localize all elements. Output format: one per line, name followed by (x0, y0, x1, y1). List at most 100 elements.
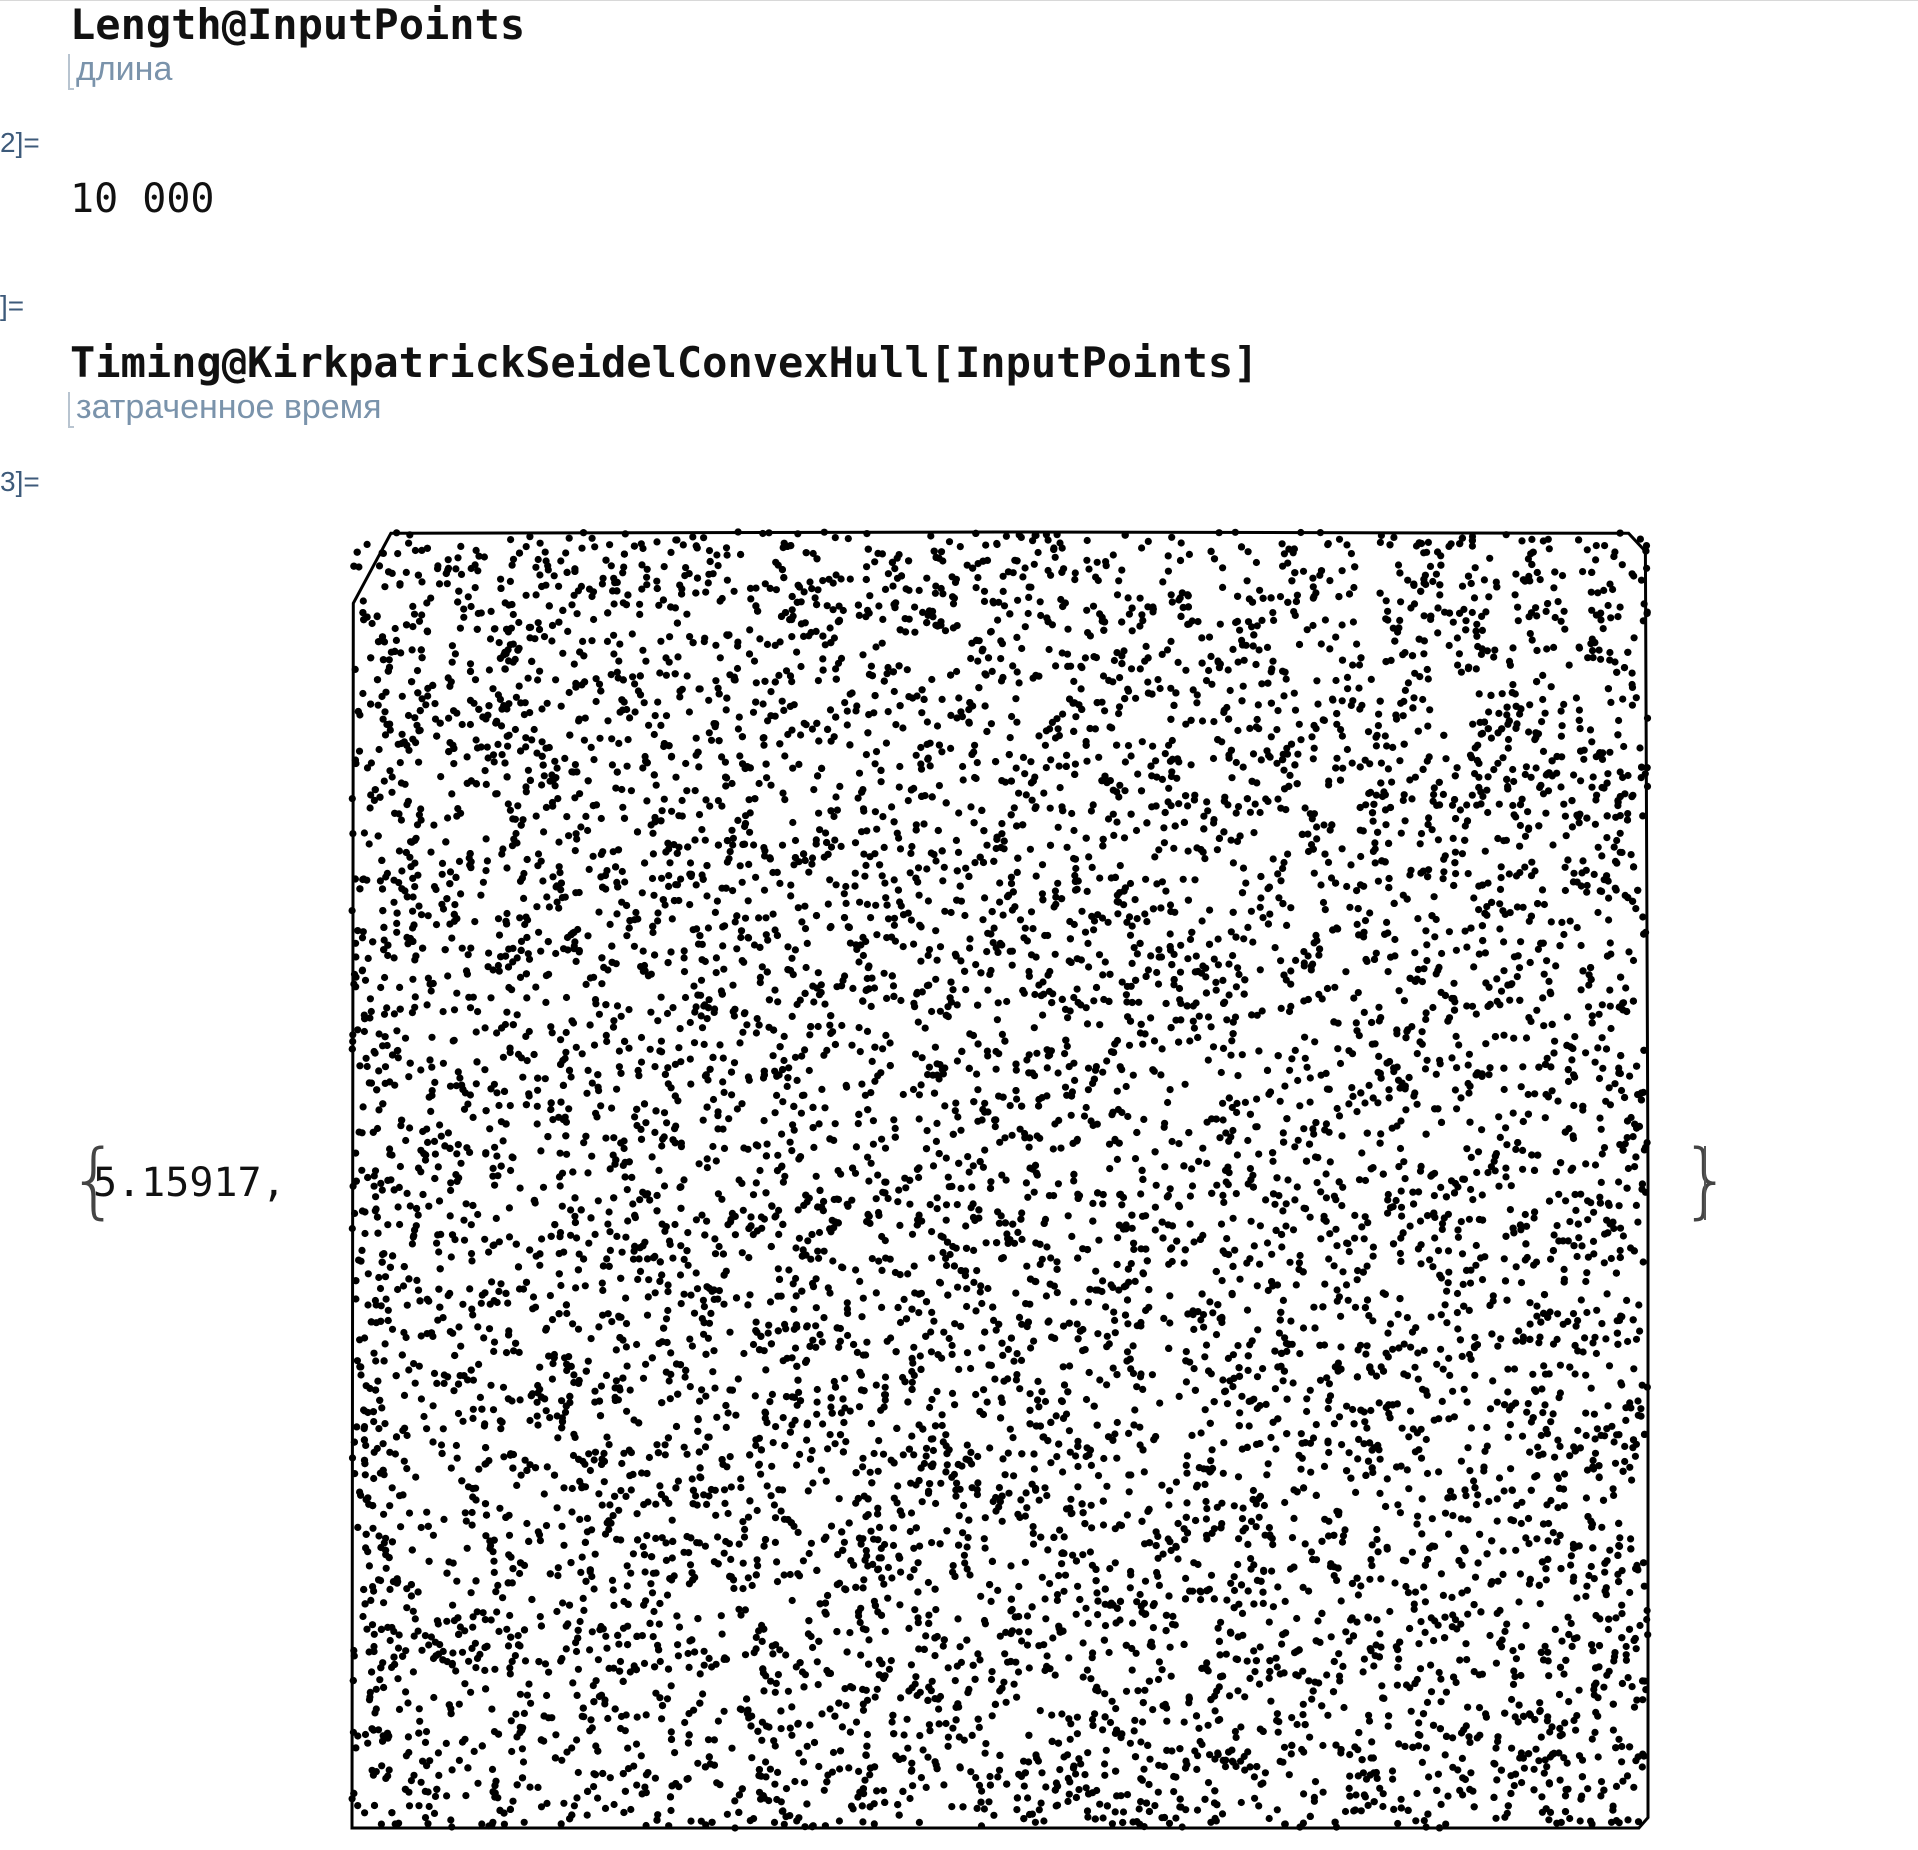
scatter-point (1168, 1137, 1176, 1146)
scatter-point (1551, 1453, 1559, 1461)
scatter-point (1443, 1287, 1451, 1295)
scatter-point (700, 1303, 708, 1311)
scatter-point (910, 1262, 918, 1270)
scatter-point (595, 1323, 603, 1331)
scatter-point (1616, 1224, 1625, 1232)
scatter-point (718, 594, 726, 603)
scatter-point (1093, 558, 1101, 566)
scatter-point (396, 983, 404, 991)
scatter-point (758, 1736, 766, 1744)
scatter-point (542, 1407, 550, 1415)
scatter-point (364, 1739, 372, 1747)
scatter-point (1023, 1504, 1031, 1512)
scatter-point (381, 583, 389, 591)
scatter-point (545, 1668, 553, 1676)
scatter-point (374, 1377, 382, 1385)
scatter-point (602, 1134, 610, 1142)
scatter-point (437, 1441, 446, 1449)
scatter-point (1201, 1353, 1209, 1361)
scatter-point (1256, 808, 1264, 817)
scatter-point (700, 1040, 708, 1048)
scatter-point (461, 1680, 469, 1688)
input-expression-length[interactable]: Length@InputPoints (70, 0, 525, 49)
scatter-point (1111, 1316, 1119, 1324)
scatter-point (433, 1239, 441, 1247)
scatter-point (858, 1080, 866, 1088)
scatter-point (1099, 1726, 1107, 1734)
scatter-point (1437, 1345, 1445, 1353)
scatter-point (542, 998, 550, 1006)
scatter-point (1190, 1365, 1198, 1373)
scatter-point (1338, 1202, 1346, 1210)
scatter-point (961, 911, 969, 920)
scatter-point (1006, 734, 1014, 742)
scatter-point (938, 695, 946, 703)
input-expression-timing[interactable]: Timing@KirkpatrickSeidelConvexHull[Input… (70, 338, 1258, 387)
scatter-point (570, 660, 578, 668)
scatter-point (1313, 823, 1321, 831)
scatter-point (1382, 597, 1390, 605)
scatter-point (1038, 1388, 1046, 1396)
scatter-point (1137, 1775, 1145, 1783)
convex-hull-plot[interactable] (340, 520, 1660, 1840)
scatter-point (664, 1288, 672, 1296)
scatter-point (1558, 722, 1566, 730)
scatter-point (654, 917, 662, 925)
scatter-point (1070, 826, 1078, 835)
scatter-point (762, 931, 770, 939)
scatter-point (438, 859, 447, 867)
scatter-point (721, 1499, 729, 1507)
scatter-point (1291, 706, 1300, 714)
scatter-point (1628, 1476, 1636, 1484)
scatter-point (1610, 1491, 1618, 1499)
scatter-point (1083, 606, 1091, 614)
scatter-point (1512, 1263, 1520, 1271)
scatter-point (1101, 707, 1109, 715)
scatter-point (774, 1671, 782, 1679)
scatter-point (588, 534, 596, 542)
scatter-point (1490, 766, 1498, 774)
scatter-point (1119, 1808, 1128, 1816)
scatter-point (1383, 1475, 1391, 1483)
scatter-point (812, 1304, 820, 1312)
scatter-point (1083, 536, 1091, 545)
scatter-point (1311, 1778, 1320, 1786)
scatter-point (1390, 533, 1398, 541)
scatter-point (439, 1059, 447, 1067)
scatter-point (1065, 1790, 1073, 1798)
scatter-point (900, 1295, 908, 1303)
scatter-point (1427, 1313, 1435, 1321)
scatter-point (1247, 1555, 1255, 1563)
scatter-point (1130, 1239, 1138, 1247)
scatter-point (1537, 1733, 1545, 1741)
scatter-point (615, 739, 623, 747)
scatter-point (1142, 642, 1150, 650)
scatter-point (487, 994, 495, 1002)
scatter-point (1099, 971, 1107, 979)
scatter-point (1359, 827, 1367, 835)
scatter-point (1540, 1769, 1548, 1777)
scatter-point (981, 1099, 989, 1107)
scatter-point (1095, 1236, 1103, 1244)
scatter-point (381, 1420, 389, 1428)
scatter-point (643, 797, 651, 805)
scatter-point (1341, 1807, 1350, 1816)
scatter-point (971, 741, 979, 749)
scatter-point (1573, 1252, 1581, 1261)
scatter-point (666, 1395, 674, 1403)
scatter-point (446, 1212, 454, 1220)
scatter-point (894, 1482, 902, 1490)
scatter-point (1610, 843, 1618, 851)
scatter-point (820, 1314, 828, 1322)
scatter-point (525, 1680, 533, 1688)
scatter-point (711, 908, 719, 916)
scatter-point (1560, 930, 1568, 939)
scatter-point (650, 891, 658, 899)
scatter-point (1263, 747, 1271, 755)
scatter-point (1234, 1473, 1243, 1481)
scatter-point (1544, 1537, 1552, 1545)
scatter-point (1160, 1314, 1168, 1322)
scatter-point (1371, 1040, 1379, 1048)
scatter-point (1167, 1672, 1175, 1680)
scatter-point (896, 762, 904, 771)
